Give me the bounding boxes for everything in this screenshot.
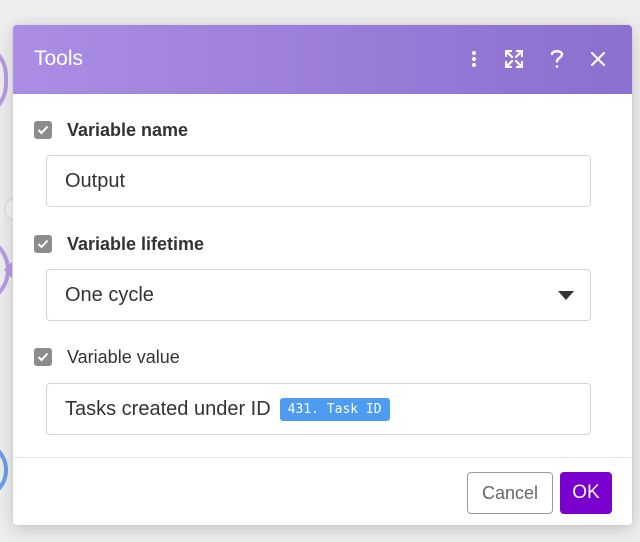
check-icon — [37, 239, 49, 249]
tools-dialog: Tools Variable name Output Variable life… — [13, 25, 632, 525]
chevron-down-icon — [558, 291, 574, 300]
variable-name-checkbox[interactable] — [34, 121, 52, 139]
close-icon[interactable] — [586, 47, 610, 71]
canvas-connector-arrow — [4, 262, 12, 278]
more-vertical-icon[interactable] — [462, 47, 486, 71]
variable-lifetime-checkbox[interactable] — [34, 235, 52, 253]
mapped-token-pill[interactable]: 431. Task ID — [279, 397, 390, 421]
variable-name-input[interactable]: Output — [46, 155, 591, 207]
variable-name-section: Variable name — [34, 118, 612, 142]
variable-lifetime-label: Variable lifetime — [67, 233, 205, 254]
canvas-module-node — [0, 440, 8, 500]
variable-name-label: Variable name — [67, 119, 189, 140]
expand-icon[interactable] — [502, 47, 526, 71]
variable-value-input[interactable]: Tasks created under ID 431. Task ID — [46, 383, 591, 435]
check-icon — [37, 125, 49, 135]
check-icon — [37, 352, 49, 362]
dialog-footer: Cancel OK — [13, 457, 632, 525]
variable-lifetime-section: Variable lifetime — [34, 232, 612, 256]
variable-lifetime-select[interactable]: One cycle — [46, 269, 591, 321]
canvas-module-node — [0, 40, 8, 120]
variable-value-text: Tasks created under ID — [65, 397, 271, 420]
variable-value-checkbox[interactable] — [34, 348, 52, 366]
variable-name-value: Output — [65, 169, 126, 192]
help-icon[interactable] — [545, 47, 569, 71]
variable-lifetime-value: One cycle — [65, 283, 154, 306]
variable-value-label: Variable value — [67, 346, 180, 367]
cancel-button[interactable]: Cancel — [467, 472, 553, 514]
dialog-header: Tools — [13, 25, 632, 94]
variable-value-section: Variable value — [34, 345, 612, 369]
ok-button[interactable]: OK — [560, 472, 612, 514]
dialog-title: Tools — [34, 47, 84, 70]
